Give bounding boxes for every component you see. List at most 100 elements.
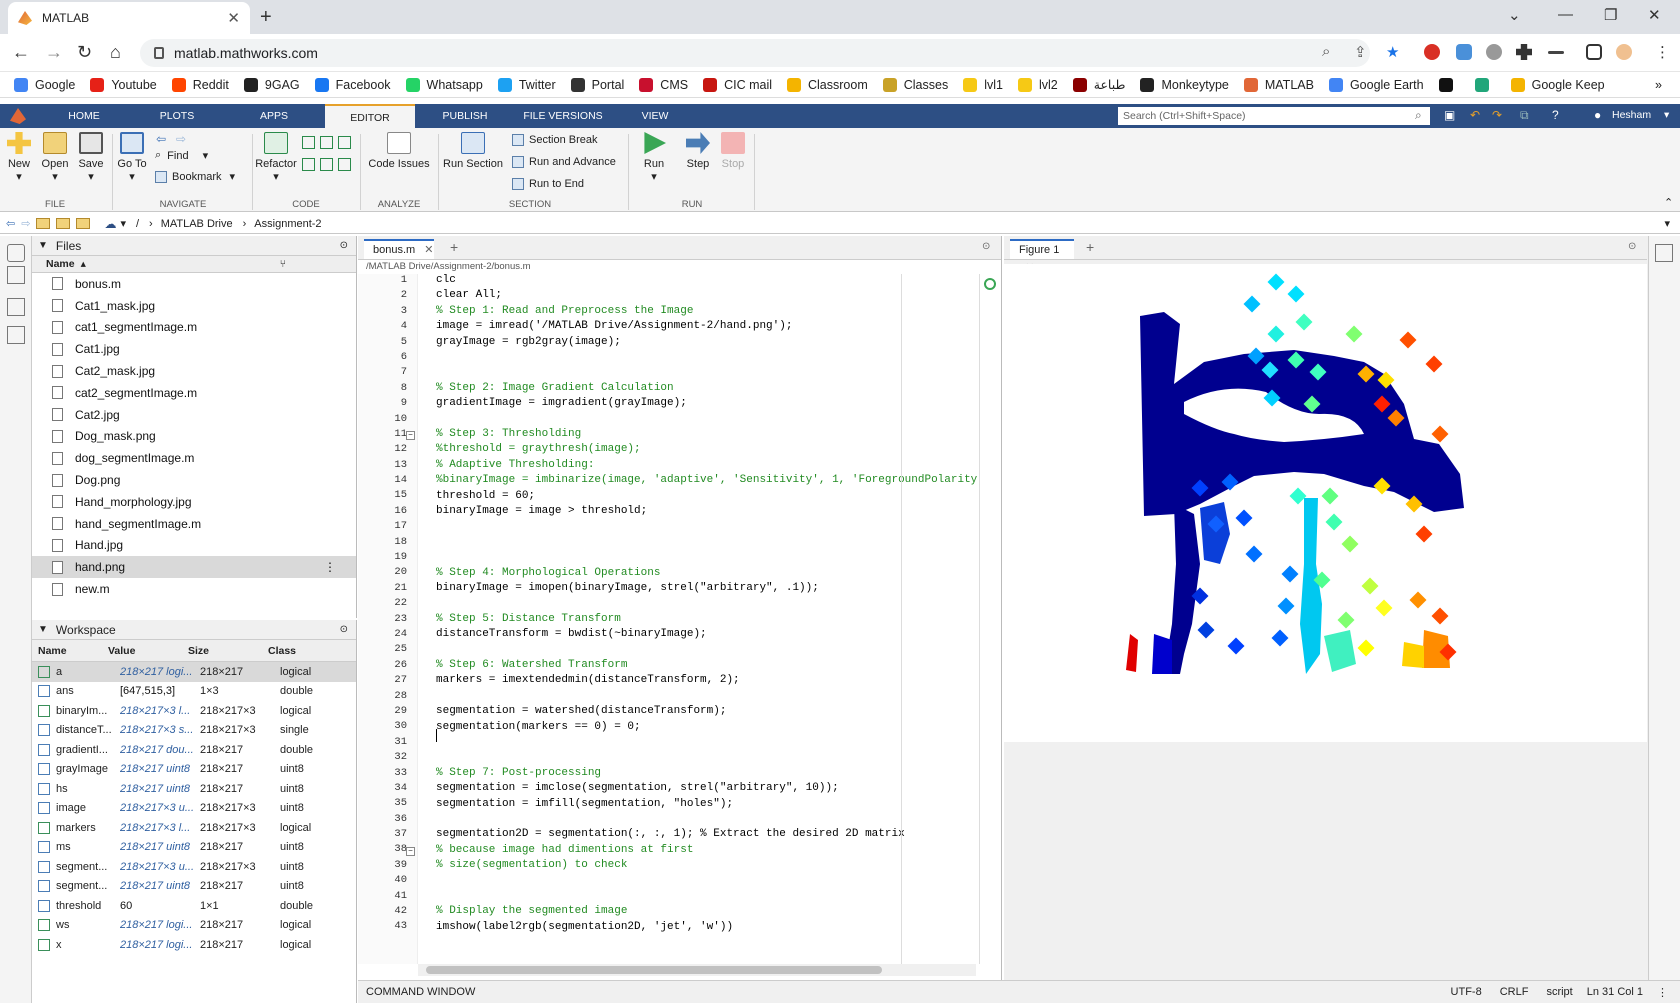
project-icon[interactable] [7, 326, 25, 344]
bookmark-item[interactable]: Facebook [314, 77, 391, 92]
workspace-row[interactable]: ans [647,515,3] 1×3 double [32, 682, 356, 702]
path-root[interactable]: / [136, 218, 139, 230]
forward-nav-icon[interactable]: ⇨ [176, 132, 186, 146]
bookmark-item[interactable]: MATLAB [1243, 77, 1314, 92]
tab-publish[interactable]: PUBLISH [433, 104, 497, 128]
user-name[interactable]: Hesham [1612, 109, 1651, 121]
bookmark-item[interactable]: Classroom [787, 77, 868, 92]
file-item[interactable]: Dog.png [32, 469, 356, 491]
bookmark-item[interactable]: Portal [570, 77, 624, 92]
workspace-row[interactable]: ms 218×217 uint8 218×217 uint8 [32, 838, 356, 858]
url-field[interactable]: matlab.mathworks.com [140, 39, 1370, 67]
decrease-indent-icon[interactable] [338, 158, 351, 171]
run-to-end-button[interactable]: Run to End [512, 178, 584, 190]
bookmark-item[interactable]: CMS [639, 77, 688, 92]
tab-editor[interactable]: EDITOR [325, 104, 415, 128]
files-panel-icon[interactable] [7, 244, 25, 262]
column-class[interactable]: Class [268, 645, 296, 657]
back-icon[interactable]: ← [12, 42, 30, 63]
tab-view[interactable]: VIEW [625, 104, 685, 128]
workspace-row[interactable]: distanceT... 218×217×3 s... 218×217×3 singl… [32, 721, 356, 741]
horizontal-scrollbar[interactable] [418, 964, 976, 976]
close-window-icon[interactable]: ✕ [1648, 6, 1661, 24]
panel-options-icon[interactable]: ⊙ [340, 240, 348, 251]
column-size[interactable]: Size [188, 645, 268, 657]
bookmark-item[interactable]: Youtube [90, 77, 157, 92]
file-item[interactable]: Hand_morphology.jpg [32, 491, 356, 513]
new-editor-tab-icon[interactable]: + [450, 239, 458, 255]
file-item[interactable]: Cat1_mask.jpg [32, 295, 356, 317]
bookmark-star-icon[interactable]: ★ [1386, 43, 1399, 61]
tab-file-versions[interactable]: FILE VERSIONS [518, 104, 608, 128]
file-item[interactable]: dog_segmentImage.m [32, 447, 356, 469]
workspace-row[interactable]: grayImage 218×217 uint8 218×217 uint8 [32, 760, 356, 780]
panel-options-icon[interactable]: ⊙ [340, 624, 348, 635]
back-folder-icon[interactable]: ⇦ [6, 217, 15, 230]
name-column[interactable]: Name [46, 258, 75, 270]
property-inspector-icon[interactable] [1655, 244, 1673, 262]
bookmark-item[interactable]: Google Keep [1510, 77, 1605, 92]
editor-options-icon[interactable]: ⊙ [982, 241, 990, 252]
uncomment-icon[interactable] [320, 136, 333, 149]
new-tab-icon[interactable]: + [260, 6, 272, 29]
workspace-row[interactable]: threshold 60 1×1 double [32, 896, 356, 916]
minimize-icon[interactable]: — [1558, 6, 1573, 23]
file-item[interactable]: new.m [32, 578, 356, 600]
code-fold-icon[interactable]: − [406, 431, 415, 440]
bookmark-item[interactable] [1474, 77, 1496, 92]
bookmark-item[interactable]: lvl1 [963, 77, 1003, 92]
bookmark-item[interactable]: Monkeytype [1140, 77, 1229, 92]
new-figure-tab-icon[interactable]: + [1086, 239, 1094, 255]
bookmark-button[interactable]: Bookmark ▾ [155, 170, 235, 183]
save-button[interactable]: Save ▾ [74, 128, 108, 183]
media-control-icon[interactable] [1548, 51, 1564, 54]
file-item[interactable]: hand.png ⋮ [32, 556, 356, 579]
run-section-button[interactable]: Run Section [440, 128, 506, 170]
share-icon[interactable]: ⇪ [1354, 43, 1367, 61]
file-item[interactable]: Hand.jpg [32, 535, 356, 557]
bookmark-item[interactable]: Classes [882, 77, 948, 92]
bookmark-item[interactable]: 9GAG [243, 77, 300, 92]
up-folder-icon[interactable] [36, 218, 51, 229]
file-item[interactable]: Cat2.jpg [32, 404, 356, 426]
switch-windows-icon[interactable]: ⧉ [1520, 108, 1529, 123]
file-item[interactable]: cat2_segmentImage.m [32, 382, 356, 404]
run-and-advance-button[interactable]: Run and Advance [512, 156, 616, 168]
comment-icon[interactable] [302, 136, 315, 149]
figure-canvas[interactable] [1004, 264, 1647, 742]
collapse-icon[interactable]: ▼ [38, 624, 48, 635]
undo-icon[interactable]: ↶ [1470, 108, 1480, 122]
browser-menu-icon[interactable]: ⋮ [1655, 43, 1670, 61]
open-button[interactable]: Open ▾ [38, 128, 72, 183]
workspace-row[interactable]: hs 218×217 uint8 218×217 uint8 [32, 779, 356, 799]
workspace-row[interactable]: segment... 218×217×3 u... 218×217×3 uint8 [32, 857, 356, 877]
user-menu-icon[interactable]: ▾ [1664, 109, 1669, 121]
git-column-icon[interactable]: ⑂ [280, 258, 286, 270]
path-dropdown-icon[interactable]: ▾ [120, 217, 126, 230]
workspace-row[interactable]: segment... 218×217 uint8 218×217 uint8 [32, 877, 356, 897]
run-button[interactable]: Run ▾ [636, 128, 672, 183]
column-value[interactable]: Value [108, 645, 188, 657]
new-button[interactable]: New ▾ [2, 128, 36, 183]
adblock-extension-icon[interactable] [1424, 44, 1440, 60]
increase-indent-icon[interactable] [320, 158, 333, 171]
help-icon[interactable]: ? [1552, 108, 1559, 122]
bookmark-item[interactable]: Google Earth [1328, 77, 1424, 92]
workspace-row[interactable]: binaryIm... 218×217×3 l... 218×217×3 logica… [32, 701, 356, 721]
more-bookmarks-icon[interactable]: » [1655, 78, 1662, 92]
editor-tab-bonus[interactable]: bonus.m ✕ [364, 239, 434, 259]
bookmark-item[interactable]: lvl2 [1017, 77, 1058, 92]
code-issues-button[interactable]: Code Issues [362, 128, 436, 170]
workspace-row[interactable]: markers 218×217×3 l... 218×217×3 logical [32, 818, 356, 838]
close-tab-icon[interactable]: ✕ [424, 244, 433, 256]
collapse-icon[interactable]: ▼ [38, 240, 48, 251]
close-tab-icon[interactable]: ✕ [227, 9, 240, 27]
workspace-row[interactable]: gradientI... 218×217 dou... 218×217 double [32, 740, 356, 760]
no-issues-check-icon[interactable] [984, 278, 996, 290]
wrap-comments-icon[interactable] [338, 136, 351, 149]
find-button[interactable]: ⌕ Find ▾ [155, 149, 208, 162]
path-history-dropdown-icon[interactable]: ▾ [1664, 217, 1670, 230]
stop-button[interactable]: Stop [716, 128, 750, 170]
command-history-icon[interactable] [7, 298, 25, 316]
file-actions-icon[interactable]: ⋮ [324, 560, 336, 574]
